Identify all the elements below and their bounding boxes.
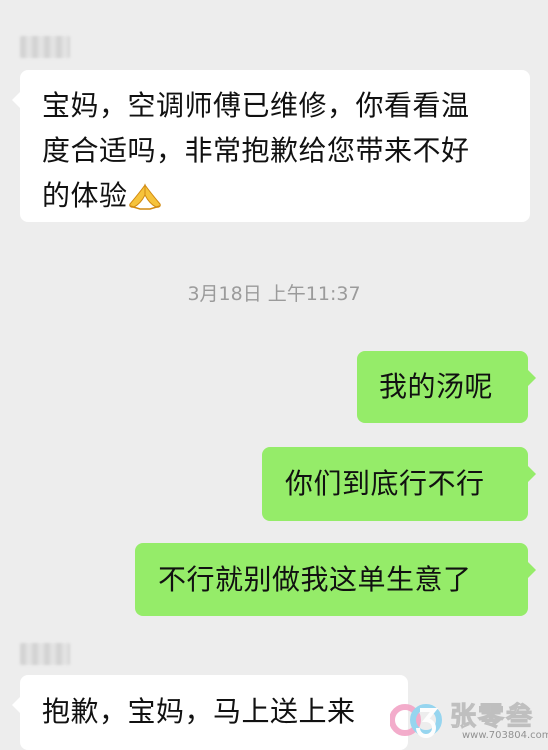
message-bubble-sent[interactable]: 我的汤呢 bbox=[357, 351, 536, 423]
message-text: 你们到底行不行 bbox=[285, 467, 485, 500]
message-bubble-received[interactable]: 宝妈，空调师傅已维修，你看看温 度合适吗，非常抱歉给您带来不好 的体验 bbox=[12, 70, 530, 222]
folded-hands-icon bbox=[128, 183, 161, 210]
watermark-url: www.703804.com bbox=[462, 730, 548, 741]
chat-timestamp: 3月18日 上午11:37 bbox=[187, 283, 361, 305]
sender-name-blurred bbox=[20, 36, 70, 58]
watermark-logo-icon bbox=[390, 704, 442, 738]
message-text: 我的汤呢 bbox=[379, 370, 494, 403]
message-text: 不行就别做我这单生意了 bbox=[158, 563, 472, 596]
watermark: 张零叁 www.703804.com bbox=[390, 690, 548, 750]
message-text-line: 度合适吗，非常抱歉给您带来不好 bbox=[42, 134, 470, 167]
message-bubble-sent[interactable]: 你们到底行不行 bbox=[262, 447, 536, 521]
message-text-line: 的体验 bbox=[42, 173, 510, 218]
message-text-line: 宝妈，空调师傅已维修，你看看温 bbox=[42, 89, 470, 122]
watermark-name: 张零叁 bbox=[449, 702, 535, 733]
message-bubble-sent[interactable]: 不行就别做我这单生意了 bbox=[135, 543, 536, 616]
message-text: 抱歉，宝妈，马上送上来 bbox=[42, 695, 356, 728]
message-bubble-received[interactable]: 抱歉，宝妈，马上送上来 bbox=[12, 675, 408, 750]
sender-name-blurred bbox=[20, 643, 70, 665]
